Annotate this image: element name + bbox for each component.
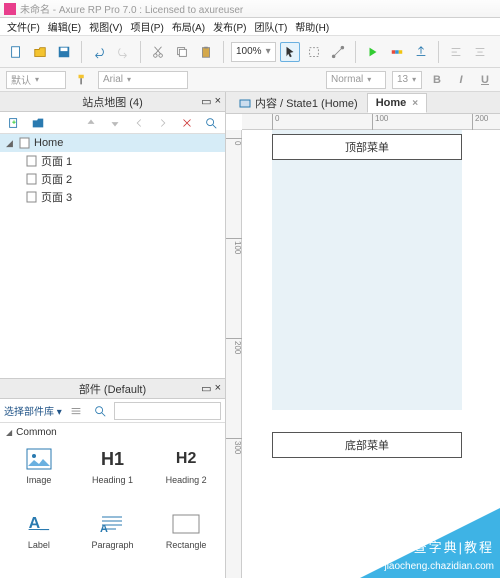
tab-close-icon[interactable]: × [412,98,418,109]
search-sitemap-button[interactable] [201,113,221,133]
menu-layout[interactable]: 布局(A) [169,19,208,34]
outdent-button[interactable] [129,113,149,133]
move-up-button[interactable] [81,113,101,133]
weight-select[interactable]: Normal [326,71,386,89]
menu-project[interactable]: 项目(P) [127,19,166,34]
title-bar: 未命名 - Axure RP Pro 7.0 : Licensed to axu… [0,0,500,18]
connect-tool[interactable] [328,42,348,62]
add-folder-button[interactable] [28,113,48,133]
main-toolbar: 100%▾ [0,36,500,68]
panel-close-icon[interactable]: × [215,95,221,108]
indent-button[interactable] [153,113,173,133]
window-title: 未命名 - Axure RP Pro 7.0 : Licensed to axu… [20,1,243,16]
widget-heading1[interactable]: H1Heading 1 [78,447,148,508]
sitemap-toolbar [0,112,225,134]
widget-rectangle[interactable]: Rectangle [151,512,221,573]
delete-page-button[interactable] [177,113,197,133]
menu-view[interactable]: 视图(V) [86,19,125,34]
widgets-toolbar: 选择部件库 ▾ [0,399,225,423]
copy-button[interactable] [172,42,192,62]
top-menu-widget[interactable]: 顶部菜单 [272,134,462,160]
page-background [272,130,462,410]
align-left-button[interactable] [446,42,466,62]
move-down-button[interactable] [105,113,125,133]
align-center-button[interactable] [470,42,490,62]
bottom-menu-widget[interactable]: 底部菜单 [272,432,462,458]
widgets-panel: 部件 (Default) ▭× 选择部件库 ▾ Common Image H1H… [0,378,225,578]
zoom-select[interactable]: 100%▾ [231,42,276,62]
ruler-horizontal: 0 100 200 [242,114,500,130]
menu-bar: 文件(F) 编辑(E) 视图(V) 项目(P) 布局(A) 发布(P) 团队(T… [0,18,500,36]
tree-item[interactable]: 页面 2 [0,170,225,188]
font-select[interactable]: Arial [98,71,188,89]
undo-button[interactable] [89,42,109,62]
app-icon [4,3,16,15]
menu-edit[interactable]: 编辑(E) [45,19,84,34]
panel-close-icon[interactable]: × [215,382,221,395]
tab-home[interactable]: Home× [367,93,427,113]
library-menu-button[interactable] [66,401,86,421]
widget-category[interactable]: Common [0,423,225,441]
menu-team[interactable]: 团队(T) [252,19,291,34]
menu-file[interactable]: 文件(F) [4,19,43,34]
preview-button[interactable] [363,42,383,62]
redo-button[interactable] [113,42,133,62]
widget-search-input[interactable] [114,402,221,420]
new-button[interactable] [6,42,26,62]
widget-heading2[interactable]: H2Heading 2 [151,447,221,508]
size-select[interactable]: 13 [392,71,422,89]
left-panel: 站点地图 (4) ▭× ◢ Home 页面 1 [0,92,226,578]
publish-button[interactable] [411,42,431,62]
italic-button[interactable]: I [452,71,470,89]
search-widgets-button[interactable] [90,401,110,421]
share-button[interactable] [387,42,407,62]
widgets-header: 部件 (Default) ▭× [0,379,225,399]
sitemap-header: 站点地图 (4) ▭× [0,92,225,112]
save-button[interactable] [54,42,74,62]
widget-paragraph[interactable]: AParagraph [78,512,148,573]
tab-state[interactable]: 内容 / State1 (Home) [230,93,367,113]
watermark: 查字典|教程 jiaocheng.chazidian.com [360,508,500,578]
library-select[interactable]: 选择部件库 ▾ [4,403,62,418]
ruler-vertical: 0 100 200 300 [226,130,242,578]
menu-publish[interactable]: 发布(P) [210,19,249,34]
tree-item[interactable]: 页面 1 [0,152,225,170]
svg-text:A: A [100,523,108,534]
tree-item[interactable]: 页面 3 [0,188,225,206]
paste-button[interactable] [196,42,216,62]
format-toolbar: 默认 Arial Normal 13 B I U [0,68,500,92]
format-painter-button[interactable] [72,70,92,90]
widget-label[interactable]: A_Label [4,512,74,573]
canvas-area: 内容 / State1 (Home) Home× 0 100 200 0 100… [226,92,500,578]
style-select[interactable]: 默认 [6,71,66,89]
menu-help[interactable]: 帮助(H) [292,19,332,34]
editor-tabs: 内容 / State1 (Home) Home× [226,92,500,114]
collapse-icon[interactable]: ◢ [6,138,16,149]
panel-menu-icon[interactable]: ▭ [201,382,211,395]
pointer-tool[interactable] [280,42,300,62]
underline-button[interactable]: U [476,71,494,89]
select-tool[interactable] [304,42,324,62]
cut-button[interactable] [148,42,168,62]
widget-grid: Image H1Heading 1 H2Heading 2 A_Label AP… [0,441,225,578]
panel-menu-icon[interactable]: ▭ [201,95,211,108]
sitemap-tree[interactable]: ◢ Home 页面 1 页面 2 页面 3 [0,134,225,378]
tree-item-home[interactable]: ◢ Home [0,134,225,152]
add-page-button[interactable] [4,113,24,133]
open-button[interactable] [30,42,50,62]
bold-button[interactable]: B [428,71,446,89]
widget-image[interactable]: Image [4,447,74,508]
